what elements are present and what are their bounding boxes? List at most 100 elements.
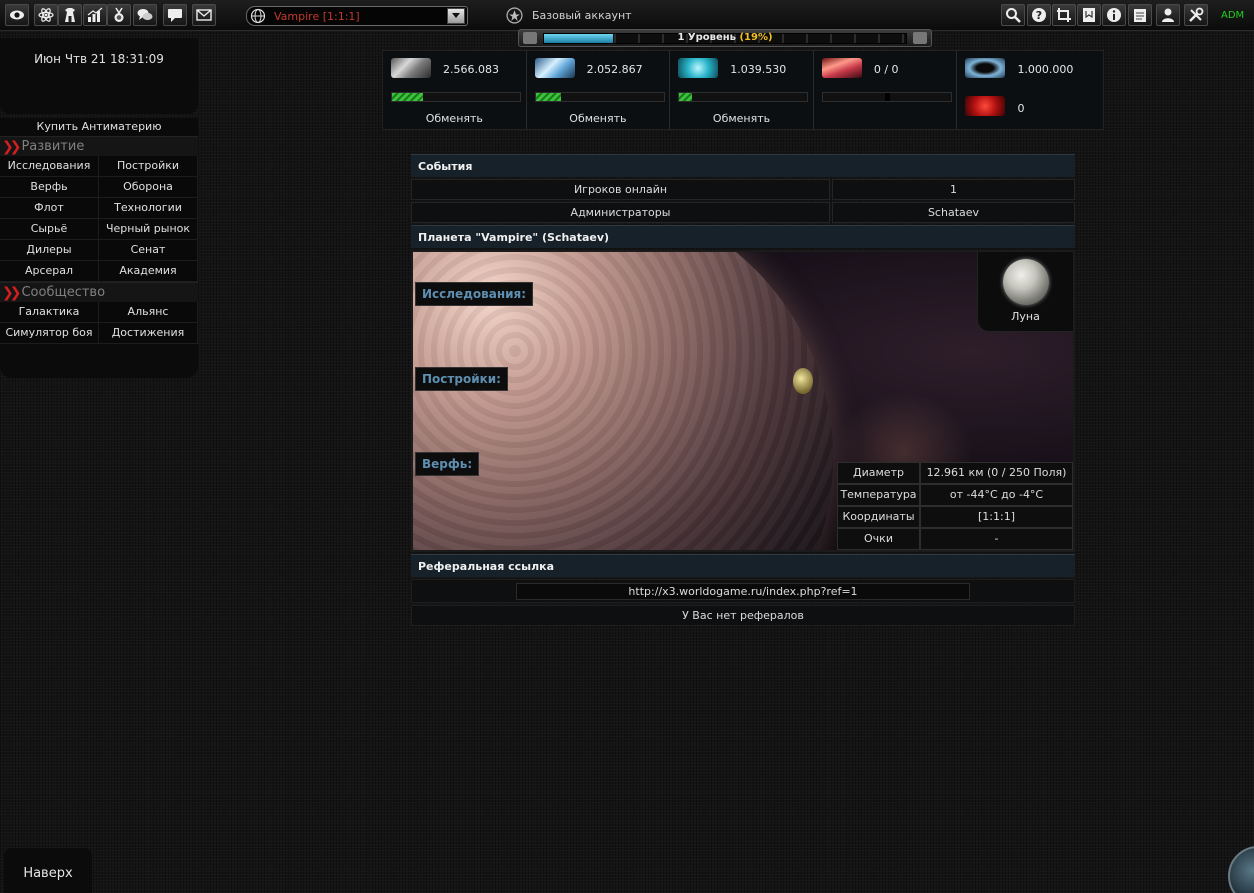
metal-exchange-link[interactable]: Обменять [383,112,526,125]
energy-value: 0 / 0 [873,63,899,76]
level-text: 1 Уровень [677,32,736,43]
admin-link[interactable]: ADM [1221,10,1244,21]
administrators-label: Администраторы [411,202,830,223]
nav-battle-simulator[interactable]: Симулятор боя [0,323,99,344]
shipyard-status-label[interactable]: Верфь: [415,452,480,476]
nav-senate[interactable]: Сенат [99,240,198,261]
table-row: Очки - [837,528,1073,550]
darkmatter-value: 1.000.000 [1017,63,1074,76]
deuterium-value: 1.039.530 [730,63,787,76]
corner-orb-icon[interactable] [1228,846,1254,893]
resource-metal: 2.566.083 Обменять [383,51,527,129]
notes-icon[interactable] [1077,4,1101,26]
account-type: Базовый аккаунт [532,9,632,22]
nav-defense[interactable]: Оборона [99,177,198,198]
metal-icon [391,58,431,78]
diameter-value: 12.961 км (0 / 250 Поля) [920,462,1073,484]
level-progress-bar: 1 Уровень (19%) [518,29,932,47]
section-development: ❯❯ Развитие [0,136,198,156]
section-development-title: Развитие [21,139,85,154]
buy-antimatter-link[interactable]: Купить Антиматерию [0,118,198,136]
referrals-empty-text: У Вас нет рефералов [411,605,1075,626]
server-datetime: Июн Чтв 21 18:31:09 [34,52,164,66]
nav-fleet[interactable]: Флот [0,198,99,219]
buddies-icon[interactable] [1156,4,1180,26]
section-community: ❯❯ Сообщество [0,282,198,302]
main-content: События Игроков онлайн 1 Администраторы … [411,154,1075,626]
planet-info-table: Диаметр 12.961 км (0 / 250 Поля) Темпера… [837,462,1073,550]
chevron-down-icon[interactable] [447,8,465,24]
nav-shipyard[interactable]: Верфь [0,177,99,198]
globe-icon [250,8,266,24]
message-icon[interactable] [163,4,187,26]
left-sidebar: Июн Чтв 21 18:31:09 Купить Антиматерию ❯… [0,38,198,378]
crystal-bar-fill [535,93,562,101]
sidebar-bottom [0,344,198,378]
atom-icon[interactable] [34,4,58,26]
server-clock: Июн Чтв 21 18:31:09 [0,38,198,114]
notepad-icon[interactable] [1128,4,1152,26]
mail-icon[interactable] [192,4,216,26]
search-icon[interactable] [1001,4,1025,26]
nav-alliance[interactable]: Альянс [99,302,198,323]
settings-icon[interactable] [1184,4,1208,26]
crystal-icon [534,58,575,78]
research-status-label[interactable]: Исследования: [415,282,534,306]
antimatter-icon [965,96,1006,116]
nav-arsenal[interactable]: Арсерал [0,261,99,282]
nav-research[interactable]: Исследования [0,156,99,177]
crystal-exchange-link[interactable]: Обменять [527,112,670,125]
resource-deuterium: 1.039.530 Обменять [670,51,814,129]
table-row: Координаты [1:1:1] [837,506,1073,528]
moon-link[interactable]: Луна [977,252,1073,332]
resource-darkmatter-antimatter: 1.000.000 0 [957,51,1103,129]
statistics-icon[interactable] [83,4,107,26]
chat-icon[interactable] [133,4,157,26]
nav-technologies[interactable]: Технологии [99,198,198,219]
section-community-title: Сообщество [21,285,106,300]
planet-selector[interactable]: Vampire [1:1:1] [246,6,468,26]
resource-crystal: 2.052.867 Обменять [527,51,671,129]
table-row: Диаметр 12.961 км (0 / 250 Поля) [837,462,1073,484]
moon-image[interactable] [1002,259,1049,305]
deuterium-bar [678,92,809,102]
crystal-bar [534,92,665,102]
crystal-value: 2.052.867 [586,63,643,76]
nav-buildings[interactable]: Постройки [99,156,198,177]
info-icon[interactable] [1102,4,1126,26]
coordinates-value[interactable]: [1:1:1] [920,506,1073,528]
nav-academy[interactable]: Академия [99,261,198,282]
events-header: События [411,154,1075,177]
events-row: Администраторы Schataev [411,202,1075,223]
temperature-label: Температура [837,484,920,506]
nav-galaxy[interactable]: Галактика [0,302,99,323]
medal-icon[interactable] [107,4,131,26]
deuterium-exchange-link[interactable]: Обменять [670,112,813,125]
crop-icon[interactable] [1052,4,1076,26]
buildings-status-label[interactable]: Постройки: [415,367,508,391]
nav-resources[interactable]: Сырьё [0,219,99,240]
back-to-top-button[interactable]: Наверх [4,848,92,893]
double-chevron-icon: ❯❯ [2,284,22,301]
community-menu: Галактика Альянс Симулятор боя Достижени… [0,302,198,344]
administrators-value[interactable]: Schataev [832,202,1075,223]
referral-header: Реферальная ссылка [411,554,1075,577]
tower-icon[interactable] [58,4,82,26]
eye-icon[interactable] [5,4,29,26]
temperature-value: от -44°C до -4°C [920,484,1073,506]
points-value: - [920,528,1073,550]
points-label: Очки [837,528,920,550]
nav-dealers[interactable]: Дилеры [0,240,99,261]
deuterium-bar-fill [679,93,693,101]
antimatter-value: 0 [1017,102,1025,115]
level-percent: (19%) [739,32,773,43]
moon-label: Луна [1011,310,1040,323]
help-icon[interactable]: ? [1027,4,1051,26]
double-chevron-icon: ❯❯ [2,138,22,155]
online-players-value: 1 [832,179,1075,200]
events-row: Игроков онлайн 1 [411,179,1075,200]
online-players-label: Игроков онлайн [411,179,830,200]
nav-achievements[interactable]: Достижения [99,323,198,344]
nav-black-market[interactable]: Черный рынок [99,219,198,240]
referral-link-field[interactable]: http://x3.worldogame.ru/index.php?ref=1 [516,583,970,600]
